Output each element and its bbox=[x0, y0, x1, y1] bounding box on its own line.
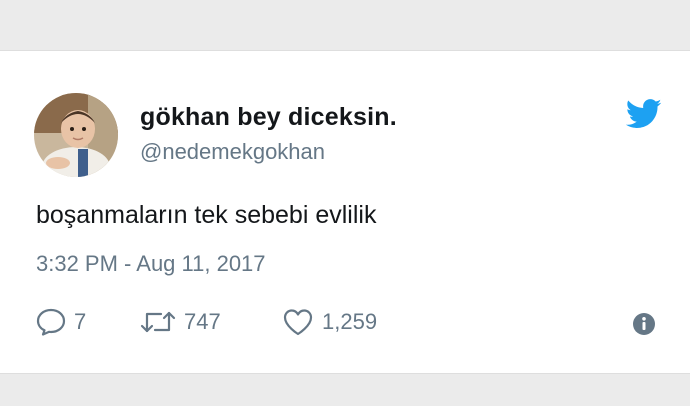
display-name[interactable]: gökhan bey diceksin. bbox=[140, 103, 397, 132]
retweet-count: 747 bbox=[184, 309, 221, 334]
like-count: 1,259 bbox=[322, 309, 378, 334]
heart-icon bbox=[283, 309, 313, 336]
like-button[interactable]: 1,259 bbox=[282, 307, 377, 337]
twitter-bird-icon[interactable] bbox=[625, 99, 662, 129]
tweet-card: gökhan bey diceksin. @nedemekgokhan boşa… bbox=[0, 50, 690, 374]
avatar[interactable] bbox=[34, 93, 118, 177]
retweet-arrows-icon bbox=[140, 311, 176, 333]
reply-count: 7 bbox=[74, 309, 87, 334]
reply-button[interactable]: 7 bbox=[36, 307, 86, 337]
tweet-text: boşanmaların tek sebebi evlilik bbox=[36, 201, 377, 229]
speech-bubble-icon bbox=[36, 308, 66, 336]
user-handle[interactable]: @nedemekgokhan bbox=[140, 139, 325, 165]
info-icon[interactable] bbox=[632, 312, 656, 336]
tweet-timestamp[interactable]: 3:32 PM - Aug 11, 2017 bbox=[36, 251, 266, 277]
retweet-button[interactable]: 747 bbox=[140, 307, 221, 337]
